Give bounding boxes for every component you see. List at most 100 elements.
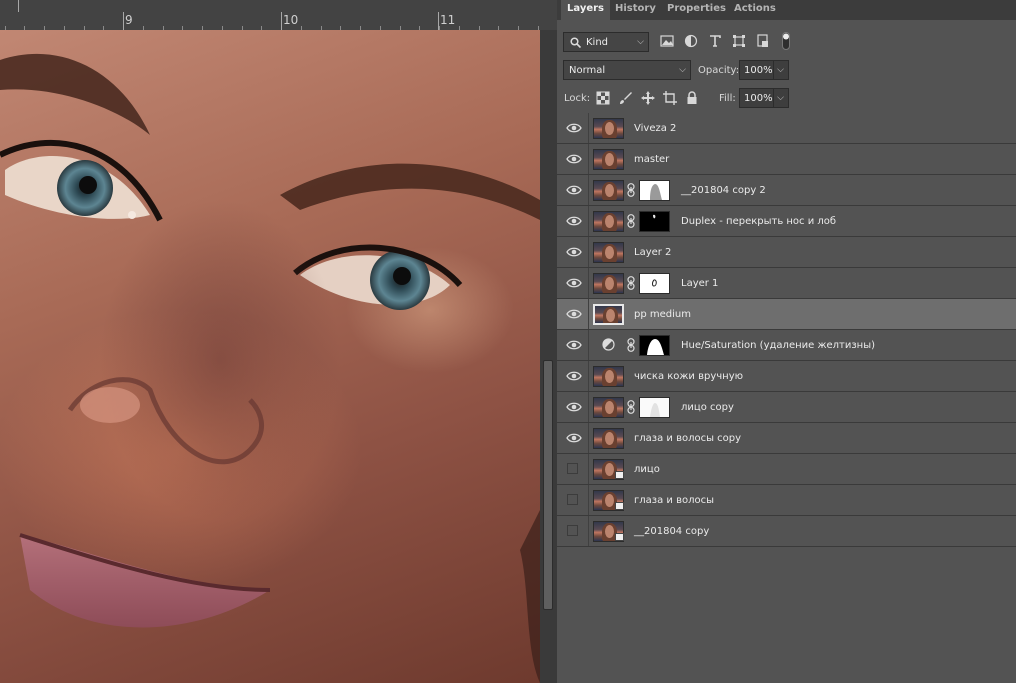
opacity-value: 100% [744, 65, 773, 76]
left-pupil [79, 176, 97, 194]
lock-artboard-icon[interactable] [663, 91, 677, 105]
fill-value: 100% [744, 93, 773, 104]
layer-thumbnail[interactable] [593, 242, 624, 263]
layer-row[interactable]: Duplex - перекрыть нос и лоб [557, 206, 1016, 237]
shape-filter-icon[interactable] [732, 34, 746, 48]
chevron-down-icon[interactable]: ⌵ [773, 61, 784, 80]
layer-thumbnail[interactable] [593, 397, 624, 418]
canvas-vertical-scrollbar[interactable] [540, 30, 557, 683]
layer-mask-thumbnail[interactable] [639, 211, 670, 232]
blend-mode-dropdown[interactable]: Normal ⌵ [563, 60, 691, 80]
chevron-down-icon: ⌵ [637, 37, 644, 47]
lock-move-icon[interactable] [641, 91, 655, 105]
right-pupil [393, 267, 411, 285]
layer-mask-thumbnail[interactable] [639, 397, 670, 418]
visibility-eye-icon[interactable] [566, 246, 582, 258]
layer-row[interactable]: Layer 1 [557, 268, 1016, 299]
lock-all-icon[interactable] [685, 91, 699, 105]
row-divider [588, 485, 589, 515]
layer-row[interactable]: Viveza 2 [557, 113, 1016, 144]
adjustment-layer-icon [602, 338, 615, 351]
layer-row[interactable]: master [557, 144, 1016, 175]
mask-link-icon[interactable] [627, 183, 635, 197]
layer-mask-thumbnail[interactable] [639, 335, 670, 356]
layer-thumbnail[interactable] [593, 149, 624, 170]
filter-kind-label: Kind [586, 37, 609, 48]
visibility-eye-icon[interactable] [566, 432, 582, 444]
layer-thumbnail[interactable] [593, 211, 624, 232]
layer-row[interactable]: Hue/Saturation (удаление желтизны) [557, 330, 1016, 361]
chevron-down-icon[interactable]: ⌵ [773, 89, 784, 108]
lock-paint-icon[interactable] [619, 91, 633, 105]
fill-label: Fill: [719, 93, 736, 104]
visibility-eye-icon[interactable] [566, 370, 582, 382]
fill-input[interactable]: 100% ⌵ [739, 88, 789, 108]
layer-row[interactable]: __201804 copy [557, 516, 1016, 547]
tab-layers[interactable]: Layers [561, 0, 610, 20]
mask-link-icon[interactable] [627, 214, 635, 228]
mask-link-icon[interactable] [627, 338, 635, 352]
layer-name: лицо copy [681, 402, 734, 413]
layer-row[interactable]: глаза и волосы [557, 485, 1016, 516]
ruler-label: 11 [440, 13, 456, 27]
left-eye-highlight [128, 211, 136, 219]
ruler-label: 9 [125, 13, 133, 27]
visibility-eye-icon[interactable] [566, 215, 582, 227]
type-filter-icon[interactable] [708, 34, 722, 48]
row-divider [588, 268, 589, 298]
lock-transparent-icon[interactable] [596, 91, 610, 105]
row-divider [588, 113, 589, 143]
visibility-eye-icon[interactable] [566, 308, 582, 320]
visibility-toggle-empty[interactable] [567, 463, 578, 474]
row-divider [588, 299, 589, 329]
visibility-eye-icon[interactable] [566, 339, 582, 351]
opacity-input[interactable]: 100% ⌵ [739, 60, 789, 80]
smart-object-filter-icon[interactable] [756, 34, 770, 48]
layer-thumbnail[interactable] [593, 428, 624, 449]
blend-mode-value: Normal [569, 65, 606, 76]
document-canvas-area[interactable]: 9 10 11 [0, 0, 557, 683]
layer-row[interactable]: pp medium [557, 299, 1016, 330]
layer-name: глаза и волосы copy [634, 433, 742, 444]
mask-link-icon[interactable] [627, 400, 635, 414]
tab-actions[interactable]: Actions [728, 0, 782, 20]
panel-tab-bar: Layers History Properties Actions [557, 0, 1016, 20]
layer-row[interactable]: лицо copy [557, 392, 1016, 423]
row-divider [588, 392, 589, 422]
visibility-toggle-empty[interactable] [567, 494, 578, 505]
visibility-eye-icon[interactable] [566, 153, 582, 165]
mask-link-icon[interactable] [627, 276, 635, 290]
layer-mask-thumbnail[interactable] [639, 273, 670, 294]
tab-properties[interactable]: Properties [661, 0, 732, 20]
filter-kind-dropdown[interactable]: Kind ⌵ [563, 32, 649, 52]
pixel-filter-icon[interactable] [660, 34, 674, 48]
portrait-photo[interactable] [0, 30, 540, 683]
tab-history[interactable]: History [609, 0, 662, 20]
layer-name: Hue/Saturation (удаление желтизны) [681, 340, 875, 351]
filter-toggle-icon[interactable] [782, 32, 790, 50]
visibility-eye-icon[interactable] [566, 401, 582, 413]
opacity-label: Opacity: [698, 65, 740, 76]
ruler-tick-major [18, 0, 19, 12]
layer-row[interactable]: лицо [557, 454, 1016, 485]
visibility-eye-icon[interactable] [566, 122, 582, 134]
layer-row[interactable]: __201804 copy 2 [557, 175, 1016, 206]
visibility-eye-icon[interactable] [566, 184, 582, 196]
layer-thumbnail[interactable] [593, 180, 624, 201]
layer-name: master [634, 154, 670, 165]
layer-thumbnail[interactable] [593, 366, 624, 387]
layer-thumbnail[interactable] [593, 273, 624, 294]
layer-name: Layer 2 [634, 247, 672, 258]
layer-row[interactable]: глаза и волосы copy [557, 423, 1016, 454]
layer-name: __201804 copy 2 [681, 185, 766, 196]
layer-thumbnail[interactable] [593, 304, 624, 325]
visibility-toggle-empty[interactable] [567, 525, 578, 536]
layer-thumbnail[interactable] [593, 118, 624, 139]
visibility-eye-icon[interactable] [566, 277, 582, 289]
adjustment-filter-icon[interactable] [684, 34, 698, 48]
layer-row[interactable]: Layer 2 [557, 237, 1016, 268]
layer-row[interactable]: чиска кожи вручную [557, 361, 1016, 392]
layer-mask-thumbnail[interactable] [639, 180, 670, 201]
scrollbar-thumb[interactable] [543, 360, 553, 610]
hair-edge [520, 510, 540, 683]
